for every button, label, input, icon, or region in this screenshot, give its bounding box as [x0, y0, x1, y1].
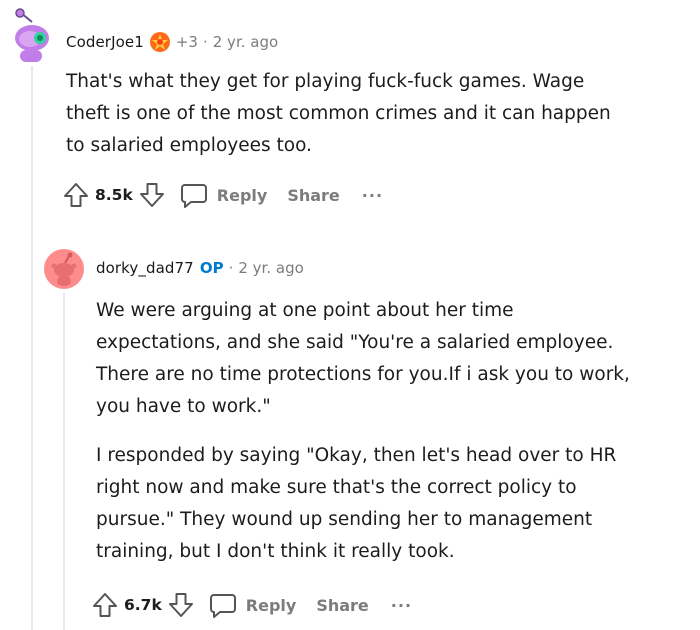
vote-count: 6.7k: [124, 596, 162, 614]
meta-separator: ·: [202, 33, 208, 51]
upvote-button[interactable]: [92, 591, 118, 619]
upvote-button[interactable]: [63, 181, 89, 209]
comment-actions: 8.5k Reply Share ···: [63, 181, 383, 209]
reply-label: Reply: [216, 185, 268, 205]
share-button[interactable]: Share: [287, 186, 339, 205]
snoo-avatar-icon: [44, 249, 84, 289]
downvote-button[interactable]: [139, 181, 165, 209]
vote-count: 8.5k: [95, 186, 133, 204]
more-options-button[interactable]: ···: [391, 596, 412, 615]
share-label: Share: [287, 185, 340, 205]
reply-label: Reply: [245, 595, 297, 615]
upvote-icon: [64, 183, 88, 207]
op-badge: OP: [199, 259, 224, 277]
timestamp[interactable]: 2 yr. ago: [213, 33, 278, 51]
comment-paragraph: We were arguing at one point about her t…: [96, 300, 630, 417]
reply-button[interactable]: Reply: [208, 591, 297, 619]
author-link[interactable]: CoderJoe1: [66, 33, 144, 51]
downvote-button[interactable]: [168, 591, 194, 619]
comment-meta: CoderJoe1 +3 · 2 yr. ago: [66, 31, 278, 53]
comment-icon: [180, 184, 207, 208]
comment-meta: dorky_dad77 OP · 2 yr. ago: [96, 259, 304, 277]
upvote-icon: [93, 593, 117, 617]
snoo-avatar-icon: [15, 8, 49, 62]
comment-paragraph: That's what they get for playing fuck-fu…: [66, 71, 611, 156]
downvote-icon: [168, 593, 193, 617]
flair-badge-icon: [149, 32, 170, 52]
meta-separator: ·: [228, 259, 234, 277]
share-button[interactable]: Share: [316, 596, 368, 615]
flair-score: +3: [175, 33, 198, 51]
avatar[interactable]: [10, 8, 52, 62]
comment-body: We were arguing at one point about her t…: [96, 295, 636, 585]
comment-actions: 6.7k Reply Share ···: [92, 591, 412, 619]
share-label: Share: [316, 595, 369, 615]
avatar[interactable]: [44, 249, 84, 289]
thread-line-reply[interactable]: [63, 293, 65, 630]
more-options-button[interactable]: ···: [362, 186, 383, 205]
reply-button[interactable]: Reply: [179, 181, 268, 209]
author-link[interactable]: dorky_dad77: [96, 259, 194, 277]
timestamp[interactable]: 2 yr. ago: [238, 259, 303, 277]
thread-line-root[interactable]: [31, 66, 33, 630]
comment-body: That's what they get for playing fuck-fu…: [66, 66, 626, 179]
comment-paragraph: I responded by saying "Okay, then let's …: [96, 445, 617, 562]
comment-icon: [209, 594, 236, 618]
downvote-icon: [139, 183, 164, 207]
